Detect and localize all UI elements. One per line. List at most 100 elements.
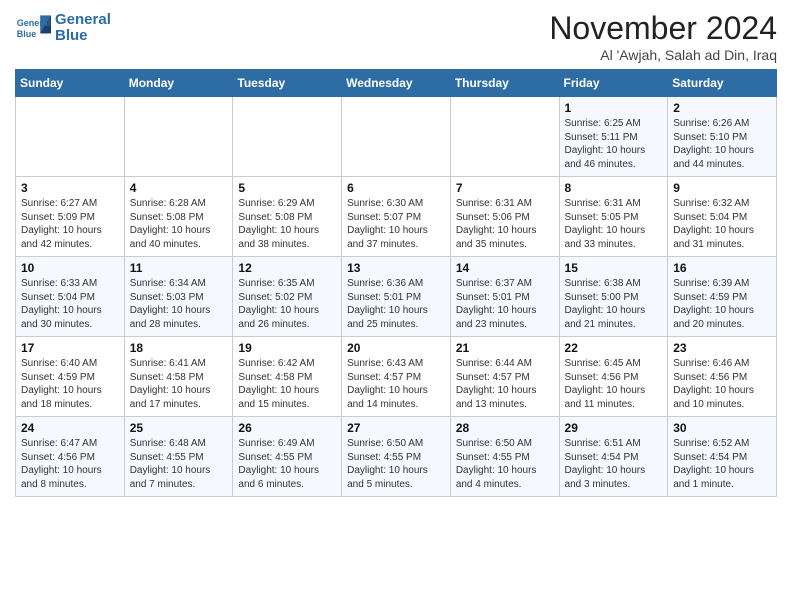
day-number: 16 <box>673 261 771 275</box>
day-content: Sunrise: 6:48 AM Sunset: 4:55 PM Dayligh… <box>130 437 228 491</box>
day-number: 5 <box>238 181 336 195</box>
day-content: Sunrise: 6:35 AM Sunset: 5:02 PM Dayligh… <box>238 277 336 331</box>
day-content: Sunrise: 6:39 AM Sunset: 4:59 PM Dayligh… <box>673 277 771 331</box>
day-number: 15 <box>565 261 663 275</box>
calendar-cell: 18 Sunrise: 6:41 AM Sunset: 4:58 PM Dayli… <box>124 337 233 417</box>
day-number: 25 <box>130 421 228 435</box>
day-content: Sunrise: 6:45 AM Sunset: 4:56 PM Dayligh… <box>565 357 663 411</box>
day-content: Sunrise: 6:25 AM Sunset: 5:11 PM Dayligh… <box>565 117 663 171</box>
weekday-header: Tuesday <box>233 70 342 97</box>
calendar-cell: 27Sunrise: 6:50 AM Sunset: 4:55 PM Dayli… <box>342 417 451 497</box>
day-content: Sunrise: 6:44 AM Sunset: 4:57 PM Dayligh… <box>456 357 554 411</box>
day-content: Sunrise: 6:29 AM Sunset: 5:08 PM Dayligh… <box>238 197 336 251</box>
day-content: Sunrise: 6:26 AM Sunset: 5:10 PM Dayligh… <box>673 117 771 171</box>
page-title: November 2024 <box>549 10 777 47</box>
day-content: Sunrise: 6:43 AM Sunset: 4:57 PM Dayligh… <box>347 357 445 411</box>
day-number: 14 <box>456 261 554 275</box>
weekday-header: Monday <box>124 70 233 97</box>
calendar-cell: 25 Sunrise: 6:48 AM Sunset: 4:55 PM Dayli… <box>124 417 233 497</box>
calendar-header: SundayMondayTuesdayWednesdayThursdayFrid… <box>16 70 777 97</box>
calendar-cell: 14 Sunrise: 6:37 AM Sunset: 5:01 PM Dayli… <box>450 257 559 337</box>
calendar-table: SundayMondayTuesdayWednesdayThursdayFrid… <box>15 69 777 497</box>
calendar-cell: 10Sunrise: 6:33 AM Sunset: 5:04 PM Dayli… <box>16 257 125 337</box>
calendar-week-row: 17 Sunrise: 6:40 AM Sunset: 4:59 PM Dayli… <box>16 337 777 417</box>
day-number: 13 <box>347 261 445 275</box>
day-content: Sunrise: 6:33 AM Sunset: 5:04 PM Dayligh… <box>21 277 119 331</box>
calendar-cell: 15Sunrise: 6:38 AM Sunset: 5:00 PM Dayli… <box>559 257 668 337</box>
calendar-cell: 16 Sunrise: 6:39 AM Sunset: 4:59 PM Dayli… <box>668 257 777 337</box>
day-number: 23 <box>673 341 771 355</box>
day-content: Sunrise: 6:50 AM Sunset: 4:55 PM Dayligh… <box>456 437 554 491</box>
svg-text:Blue: Blue <box>17 29 37 39</box>
day-content: Sunrise: 6:28 AM Sunset: 5:08 PM Dayligh… <box>130 197 228 251</box>
calendar-week-row: 3Sunrise: 6:27 AM Sunset: 5:09 PM Daylig… <box>16 177 777 257</box>
calendar-cell: 21 Sunrise: 6:44 AM Sunset: 4:57 PM Dayli… <box>450 337 559 417</box>
calendar-body: 1 Sunrise: 6:25 AM Sunset: 5:11 PM Daylig… <box>16 97 777 497</box>
logo: General Blue General Blue <box>15 10 111 46</box>
calendar-cell: 8Sunrise: 6:31 AM Sunset: 5:05 PM Daylig… <box>559 177 668 257</box>
weekday-header: Thursday <box>450 70 559 97</box>
calendar-cell: 17 Sunrise: 6:40 AM Sunset: 4:59 PM Dayli… <box>16 337 125 417</box>
calendar-cell <box>342 97 451 177</box>
day-content: Sunrise: 6:51 AM Sunset: 4:54 PM Dayligh… <box>565 437 663 491</box>
day-content: Sunrise: 6:52 AM Sunset: 4:54 PM Dayligh… <box>673 437 771 491</box>
calendar-cell: 20Sunrise: 6:43 AM Sunset: 4:57 PM Dayli… <box>342 337 451 417</box>
calendar-cell: 3Sunrise: 6:27 AM Sunset: 5:09 PM Daylig… <box>16 177 125 257</box>
day-number: 18 <box>130 341 228 355</box>
day-content: Sunrise: 6:49 AM Sunset: 4:55 PM Dayligh… <box>238 437 336 491</box>
day-number: 29 <box>565 421 663 435</box>
calendar-cell: 9Sunrise: 6:32 AM Sunset: 5:04 PM Daylig… <box>668 177 777 257</box>
day-content: Sunrise: 6:47 AM Sunset: 4:56 PM Dayligh… <box>21 437 119 491</box>
day-number: 1 <box>565 101 663 115</box>
calendar-cell <box>450 97 559 177</box>
calendar-cell: 22 Sunrise: 6:45 AM Sunset: 4:56 PM Dayli… <box>559 337 668 417</box>
calendar-cell: 1 Sunrise: 6:25 AM Sunset: 5:11 PM Daylig… <box>559 97 668 177</box>
day-content: Sunrise: 6:46 AM Sunset: 4:56 PM Dayligh… <box>673 357 771 411</box>
calendar-cell: 23 Sunrise: 6:46 AM Sunset: 4:56 PM Dayli… <box>668 337 777 417</box>
day-number: 17 <box>21 341 119 355</box>
header-row: SundayMondayTuesdayWednesdayThursdayFrid… <box>16 70 777 97</box>
calendar-week-row: 10Sunrise: 6:33 AM Sunset: 5:04 PM Dayli… <box>16 257 777 337</box>
day-number: 22 <box>565 341 663 355</box>
day-content: Sunrise: 6:42 AM Sunset: 4:58 PM Dayligh… <box>238 357 336 411</box>
day-content: Sunrise: 6:40 AM Sunset: 4:59 PM Dayligh… <box>21 357 119 411</box>
day-number: 9 <box>673 181 771 195</box>
calendar-cell <box>16 97 125 177</box>
calendar-cell: 26Sunrise: 6:49 AM Sunset: 4:55 PM Dayli… <box>233 417 342 497</box>
calendar-cell: 6 Sunrise: 6:30 AM Sunset: 5:07 PM Daylig… <box>342 177 451 257</box>
calendar-cell: 5 Sunrise: 6:29 AM Sunset: 5:08 PM Daylig… <box>233 177 342 257</box>
day-number: 24 <box>21 421 119 435</box>
day-number: 6 <box>347 181 445 195</box>
calendar-cell: 24 Sunrise: 6:47 AM Sunset: 4:56 PM Dayli… <box>16 417 125 497</box>
day-content: Sunrise: 6:41 AM Sunset: 4:58 PM Dayligh… <box>130 357 228 411</box>
calendar-cell: 12Sunrise: 6:35 AM Sunset: 5:02 PM Dayli… <box>233 257 342 337</box>
day-number: 4 <box>130 181 228 195</box>
title-block: November 2024 Al 'Awjah, Salah ad Din, I… <box>549 10 777 63</box>
page-subtitle: Al 'Awjah, Salah ad Din, Iraq <box>549 47 777 63</box>
weekday-header: Friday <box>559 70 668 97</box>
day-content: Sunrise: 6:30 AM Sunset: 5:07 PM Dayligh… <box>347 197 445 251</box>
logo-text-blue: Blue <box>55 28 111 45</box>
calendar-week-row: 24 Sunrise: 6:47 AM Sunset: 4:56 PM Dayli… <box>16 417 777 497</box>
day-number: 30 <box>673 421 771 435</box>
calendar-cell <box>233 97 342 177</box>
page-header: General Blue General Blue November 2024 … <box>15 10 777 63</box>
day-content: Sunrise: 6:37 AM Sunset: 5:01 PM Dayligh… <box>456 277 554 331</box>
calendar-cell: 4 Sunrise: 6:28 AM Sunset: 5:08 PM Daylig… <box>124 177 233 257</box>
day-number: 11 <box>130 261 228 275</box>
day-content: Sunrise: 6:34 AM Sunset: 5:03 PM Dayligh… <box>130 277 228 331</box>
day-number: 27 <box>347 421 445 435</box>
calendar-cell: 13Sunrise: 6:36 AM Sunset: 5:01 PM Dayli… <box>342 257 451 337</box>
day-number: 19 <box>238 341 336 355</box>
calendar-cell: 11 Sunrise: 6:34 AM Sunset: 5:03 PM Dayli… <box>124 257 233 337</box>
day-content: Sunrise: 6:27 AM Sunset: 5:09 PM Dayligh… <box>21 197 119 251</box>
day-content: Sunrise: 6:31 AM Sunset: 5:06 PM Dayligh… <box>456 197 554 251</box>
day-content: Sunrise: 6:31 AM Sunset: 5:05 PM Dayligh… <box>565 197 663 251</box>
logo-icon: General Blue <box>15 10 51 46</box>
calendar-cell: 7 Sunrise: 6:31 AM Sunset: 5:06 PM Daylig… <box>450 177 559 257</box>
calendar-week-row: 1 Sunrise: 6:25 AM Sunset: 5:11 PM Daylig… <box>16 97 777 177</box>
calendar-cell: 30 Sunrise: 6:52 AM Sunset: 4:54 PM Dayli… <box>668 417 777 497</box>
calendar-cell: 2Sunrise: 6:26 AM Sunset: 5:10 PM Daylig… <box>668 97 777 177</box>
day-number: 7 <box>456 181 554 195</box>
day-number: 21 <box>456 341 554 355</box>
